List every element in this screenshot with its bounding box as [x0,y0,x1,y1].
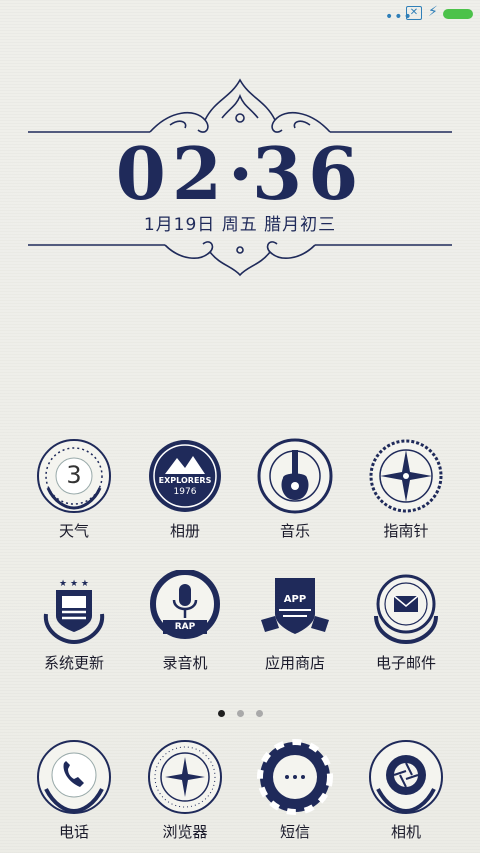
app-label: 系统更新 [43,654,104,672]
app-compass[interactable]: 指南针 [351,438,461,541]
page-dot-1[interactable] [217,710,225,717]
app-store-emblem-text: APP [283,594,307,605]
app-label: 应用商店 [264,654,325,672]
clock-separator: · [228,131,260,216]
battery-icon [443,9,473,19]
app-gallery[interactable]: EXPLORERS 1976 相册 [130,438,240,541]
app-recorder[interactable]: RAP 录音机 [130,569,240,673]
weather-temperature: 3 [66,461,82,489]
messages-icon [257,739,333,815]
gallery-icon: EXPLORERS 1976 [147,438,223,514]
app-messages[interactable]: 短信 [240,739,350,842]
app-weather[interactable]: 3 天气 [19,438,129,541]
app-label: 指南针 [383,522,429,540]
app-label: 相机 [390,823,421,841]
clock-hours: 02 [115,131,228,216]
no-sim-icon: ✕ [406,6,422,20]
app-label: 电子邮件 [375,654,436,672]
gallery-emblem-text: EXPLORERS [158,476,212,485]
clock-widget[interactable]: 02·36 1月19日 周五 腊月初三 [0,70,480,285]
music-icon [257,438,333,514]
page-dot-2[interactable] [236,710,244,717]
app-label: 天气 [58,522,89,540]
app-phone[interactable]: 电话 [19,739,129,842]
status-bar: ••• ✕ ⚡ [0,0,480,28]
app-browser[interactable]: 浏览器 [130,739,240,842]
system-update-icon: ★ ★ ★ [36,570,112,646]
app-label: 录音机 [162,654,208,672]
app-camera[interactable]: 相机 [351,739,461,842]
email-icon [368,570,444,646]
recorder-icon: RAP [147,569,223,646]
compass-icon [368,438,444,514]
svg-text:★ ★ ★: ★ ★ ★ [59,579,89,589]
recorder-emblem-text: RAP [174,622,196,632]
app-label: 短信 [279,823,310,841]
gallery-emblem-year: 1976 [173,487,197,497]
app-label: 电话 [58,823,89,841]
app-music[interactable]: 音乐 [240,438,350,541]
phone-icon [36,739,112,815]
clock-minutes: 36 [252,131,365,216]
app-store-icon: APP [257,570,333,646]
camera-icon [368,739,444,815]
clock-date: 1月19日 周五 腊月初三 [143,215,337,235]
weather-icon: 3 [36,438,112,514]
charging-icon: ⚡ [428,4,438,20]
app-app-store[interactable]: APP 应用商店 [240,570,350,673]
browser-icon [147,739,223,815]
clock-time: 02·36 [0,136,480,212]
app-email[interactable]: 电子邮件 [351,570,461,673]
app-label: 音乐 [279,522,310,540]
page-indicator[interactable] [0,702,480,717]
app-label: 相册 [169,522,200,540]
app-system-update[interactable]: ★ ★ ★ 系统更新 [19,570,129,673]
page-dot-3[interactable] [255,710,263,717]
app-label: 浏览器 [162,823,208,841]
